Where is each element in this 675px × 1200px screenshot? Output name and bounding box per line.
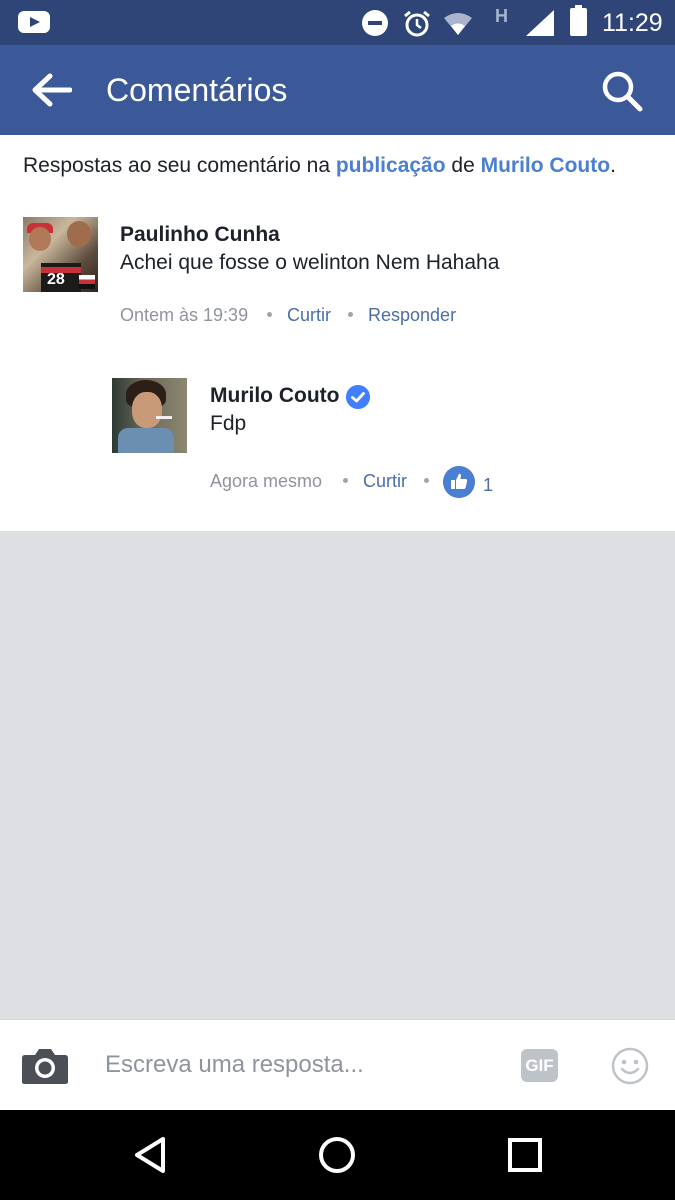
system-navigation-bar — [0, 1110, 675, 1200]
signal-icon — [526, 10, 554, 36]
like-button[interactable]: Curtir — [363, 471, 407, 492]
recents-square-icon[interactable] — [505, 1135, 545, 1175]
status-bar: H 11:29 — [0, 0, 675, 45]
comment-text: Fdp — [210, 412, 247, 435]
home-circle-icon[interactable] — [317, 1135, 357, 1175]
wifi-icon — [444, 13, 472, 35]
reply-composer: GIF — [0, 1019, 675, 1110]
avatar[interactable] — [112, 378, 187, 453]
back-triangle-icon[interactable] — [131, 1135, 171, 1175]
youtube-icon — [18, 11, 50, 33]
comment-timestamp: Agora mesmo — [210, 471, 323, 491]
notice-prefix: Respostas ao seu comentário na — [23, 154, 336, 177]
post-link[interactable]: publicação — [336, 154, 446, 177]
gif-button[interactable]: GIF — [521, 1049, 558, 1082]
comment-author[interactable]: Murilo Couto — [210, 384, 339, 408]
separator-dot — [424, 478, 429, 483]
reply-input[interactable] — [105, 1040, 495, 1090]
battery-icon — [570, 5, 587, 36]
comments-thread: Respostas ao seu comentário na publicaçã… — [0, 135, 675, 531]
separator-dot — [267, 312, 272, 317]
page-title: Comentários — [106, 72, 288, 108]
avatar[interactable]: 28 — [23, 217, 98, 292]
separator-dot — [348, 312, 353, 317]
like-count: 1 — [483, 475, 494, 495]
network-type-label: H — [495, 6, 508, 26]
do-not-disturb-icon — [362, 10, 388, 36]
camera-icon[interactable] — [21, 1047, 69, 1085]
alarm-icon — [404, 10, 430, 37]
author-link[interactable]: Murilo Couto — [481, 154, 610, 177]
thread-notice: Respostas ao seu comentário na publicaçã… — [23, 154, 616, 178]
clock: 11:29 — [602, 9, 663, 37]
app-header: Comentários — [0, 45, 675, 135]
notice-middle: de — [445, 154, 481, 177]
verified-badge-icon — [346, 385, 370, 409]
notice-suffix: . — [610, 154, 616, 177]
comment-text: Achei que fosse o welinton Nem Hahaha — [120, 251, 500, 274]
separator-dot — [343, 478, 348, 483]
emoji-icon[interactable] — [611, 1047, 649, 1085]
arrow-left-icon[interactable] — [30, 72, 72, 108]
search-icon[interactable] — [600, 69, 644, 113]
comment-timestamp: Ontem às 19:39 — [120, 305, 249, 325]
like-button[interactable]: Curtir — [287, 305, 331, 326]
comment-author[interactable]: Paulinho Cunha — [120, 223, 280, 247]
reply-button[interactable]: Responder — [368, 305, 456, 326]
thumbs-up-icon[interactable] — [443, 466, 475, 498]
